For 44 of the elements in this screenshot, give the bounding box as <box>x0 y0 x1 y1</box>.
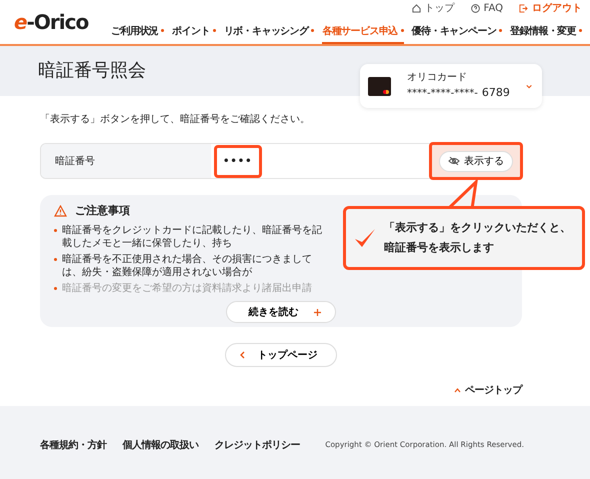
eye-slash-icon <box>448 157 460 165</box>
nav-tab[interactable]: ご利用状況 <box>111 24 164 44</box>
bullet-icon <box>54 286 57 290</box>
callout-text: 「表示する」をクリックいただくと、 暗証番号を表示します <box>384 220 571 256</box>
chevron-down-icon <box>526 84 532 88</box>
utility-link[interactable]: ログアウト <box>519 0 582 16</box>
home-icon <box>412 4 421 12</box>
footer-link[interactable]: 個人情報の取扱い <box>122 438 198 452</box>
note-text: 暗証番号を不正使用された場合、その損害につきましては、紛失・盗難保障が適用されない場合が <box>62 254 312 278</box>
pin-value: •••• <box>223 154 253 168</box>
nav-tab[interactable]: リボ・キャッシング <box>224 24 314 44</box>
logo[interactable]: e-Orico <box>14 7 88 37</box>
card-last-digits: 6789 <box>482 85 510 102</box>
nav-tab[interactable]: 登録情報・変更 <box>510 24 582 44</box>
pin-label: 暗証番号 <box>55 154 95 168</box>
footer-link[interactable]: クレジットポリシー <box>214 438 300 452</box>
read-more-button[interactable]: 続きを読む <box>226 301 336 323</box>
warning-icon <box>54 205 67 218</box>
chevron-up-icon <box>454 388 461 393</box>
utility-link[interactable]: トップ <box>412 0 455 16</box>
card-name: オリコカード <box>407 71 468 86</box>
bullet-icon <box>54 258 57 260</box>
page-top-link[interactable]: ページトップ <box>454 383 522 398</box>
logout-icon <box>519 4 528 12</box>
show-button[interactable]: 表示する <box>439 150 513 172</box>
instruction-text: 「表示する」ボタンを押して、暗証番号をご確認ください。 <box>40 112 311 127</box>
card-number: ****-****-****- <box>407 87 478 101</box>
nav-tab[interactable]: ポイント <box>172 24 216 44</box>
highlight-frame <box>214 144 262 178</box>
top-page-button[interactable]: トップページ <box>225 343 337 367</box>
nav-tab[interactable]: 各種サービス申込 <box>322 24 404 44</box>
notes-title: ご注意事項 <box>75 203 130 219</box>
bullet-icon <box>54 228 57 232</box>
help-icon <box>470 4 480 12</box>
chevron-left-icon <box>240 351 245 359</box>
card-selector[interactable]: オリコカード ****-****-****- 6789 <box>360 64 542 108</box>
footer-link[interactable]: 各種規約・方針 <box>40 438 106 452</box>
nav-tab[interactable]: 優待・キャンペーン <box>412 24 502 44</box>
utility-link[interactable]: FAQ <box>470 0 503 16</box>
page-title: 暗証番号照会 <box>38 60 146 82</box>
note-text: 暗証番号の変更をご希望の方は資料請求より諸届出申請 <box>62 282 312 294</box>
plus-icon <box>314 308 321 316</box>
credit-card-icon <box>368 76 392 96</box>
note-text: 暗証番号をクレジットカードに記載したり、暗証番号を記載したメモと一緒に保管したり、持ち <box>62 224 322 249</box>
